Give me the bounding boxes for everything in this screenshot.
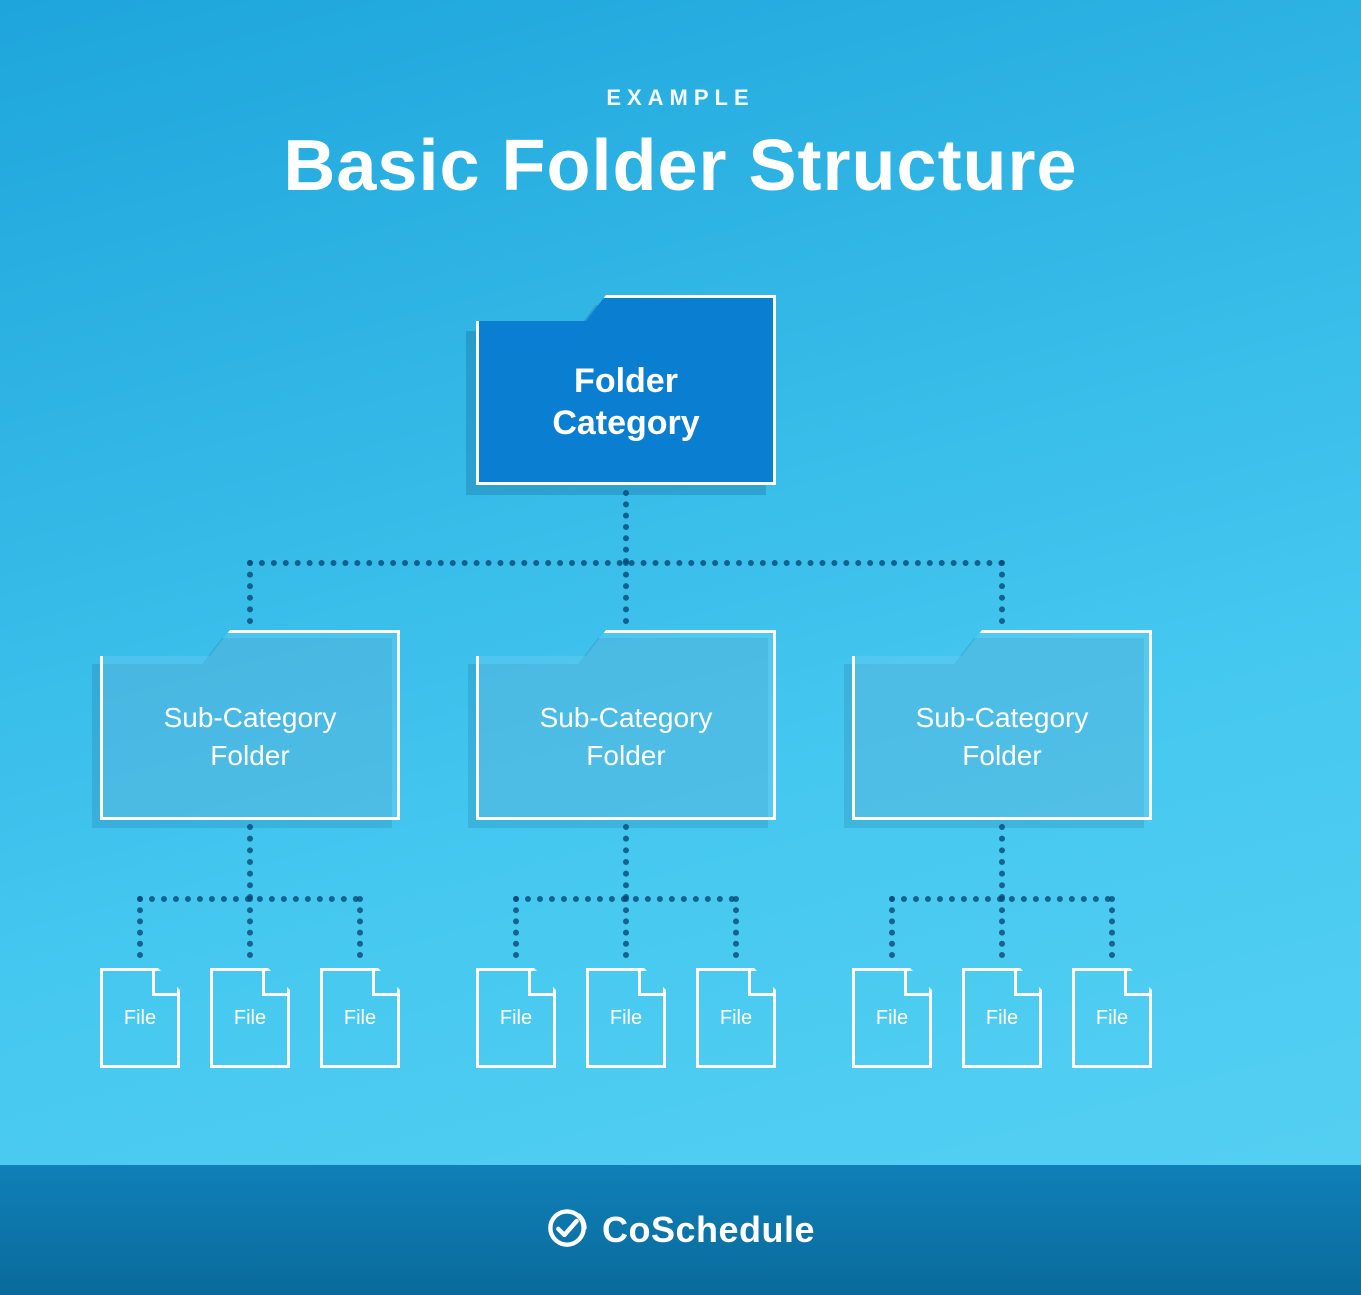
sub-folder-label: Sub-Category Folder [164, 699, 337, 775]
file-label: File [124, 1007, 156, 1030]
files-group-2: File File File [476, 968, 776, 1068]
file-label: File [876, 1007, 908, 1030]
folder-icon: Folder Category [476, 295, 776, 485]
connector-line [999, 824, 1005, 900]
file-icon: File [1072, 968, 1152, 1068]
sub-folder-2: Sub-Category Folder [476, 630, 776, 820]
sub-folder-3: Sub-Category Folder [852, 630, 1152, 820]
file-icon: File [100, 968, 180, 1068]
file-label: File [986, 1007, 1018, 1030]
connector-line [513, 896, 519, 958]
file-icon: File [320, 968, 400, 1068]
file-label: File [610, 1007, 642, 1030]
folder-icon: Sub-Category Folder [852, 630, 1152, 820]
folder-icon: Sub-Category Folder [476, 630, 776, 820]
connector-line [247, 824, 253, 900]
diagram-stage: Folder Category Sub-Category Folder Sub-… [0, 0, 1361, 1295]
file-label: File [344, 1007, 376, 1030]
file-icon: File [476, 968, 556, 1068]
files-group-3: File File File [852, 968, 1152, 1068]
root-folder: Folder Category [476, 295, 776, 485]
connector-line [733, 896, 739, 958]
file-icon: File [210, 968, 290, 1068]
footer: CoSchedule [0, 1165, 1361, 1295]
connector-line [623, 490, 629, 564]
connector-line [889, 896, 895, 958]
connector-line [1109, 896, 1115, 958]
connector-line [247, 560, 253, 624]
file-icon: File [852, 968, 932, 1068]
coschedule-logo-icon [546, 1207, 588, 1254]
file-icon: File [586, 968, 666, 1068]
connector-line [623, 896, 629, 958]
root-folder-label: Folder Category [552, 360, 699, 445]
file-icon: File [962, 968, 1042, 1068]
file-label: File [500, 1007, 532, 1030]
file-icon: File [696, 968, 776, 1068]
file-label: File [1096, 1007, 1128, 1030]
file-label: File [234, 1007, 266, 1030]
connector-line [999, 896, 1005, 958]
connector-line [137, 896, 143, 958]
connector-line [999, 560, 1005, 624]
connector-line [247, 896, 253, 958]
connector-line [623, 560, 629, 624]
connector-line [623, 824, 629, 900]
files-group-1: File File File [100, 968, 400, 1068]
sub-folder-label: Sub-Category Folder [916, 699, 1089, 775]
file-label: File [720, 1007, 752, 1030]
footer-brand: CoSchedule [602, 1209, 815, 1251]
connector-line [357, 896, 363, 958]
folder-icon: Sub-Category Folder [100, 630, 400, 820]
sub-folder-label: Sub-Category Folder [540, 699, 713, 775]
sub-folder-1: Sub-Category Folder [100, 630, 400, 820]
